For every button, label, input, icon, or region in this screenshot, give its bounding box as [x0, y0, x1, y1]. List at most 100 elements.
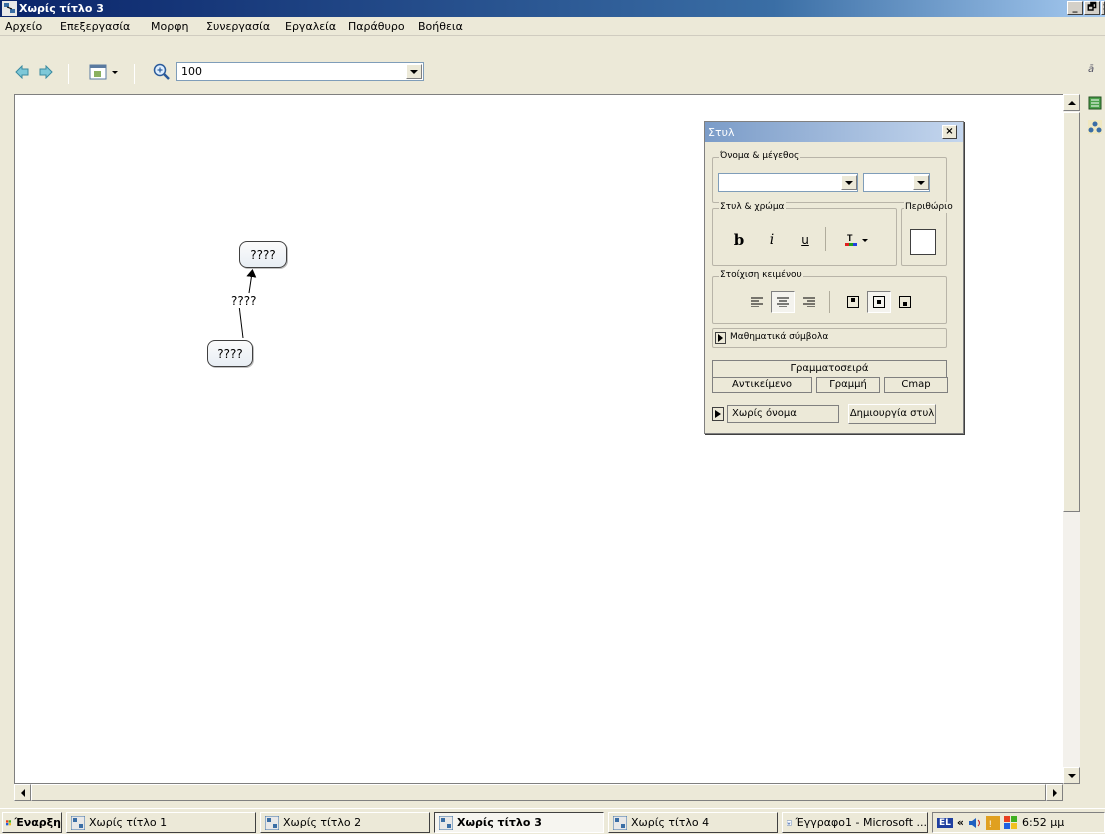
create-style-button[interactable]: Δημιουργία στυλ [848, 404, 936, 424]
align-center-icon[interactable] [771, 291, 795, 313]
text-color-icon: T [845, 233, 868, 246]
zoom-dropdown-button[interactable] [406, 64, 422, 79]
security-icon[interactable]: ! [986, 815, 1000, 830]
cmap-app-icon [613, 815, 627, 830]
start-button[interactable]: Έναρξη [2, 812, 62, 833]
tab-cmap[interactable]: Cmap [884, 377, 948, 393]
alignment-separator [829, 291, 830, 313]
forward-arrow-icon[interactable] [38, 64, 54, 80]
window-title: Χωρίς τίτλο 3 [19, 2, 104, 15]
notes-icon[interactable] [1088, 96, 1102, 110]
toolbar: 100 [0, 36, 1105, 94]
format-icon[interactable]: ā [1088, 64, 1094, 75]
valign-bottom-icon[interactable] [893, 291, 917, 313]
style-list-expand-icon[interactable] [712, 407, 724, 421]
windows-logo-icon [6, 819, 12, 825]
cmap-app-icon [439, 815, 453, 830]
zoom-select[interactable]: 100 [176, 62, 424, 81]
menu-help[interactable]: Βοήθεια [418, 20, 463, 33]
vertical-scroll-thumb[interactable] [1063, 112, 1080, 512]
vertical-scrollbar[interactable] [1063, 94, 1080, 784]
text-alignment-group: Στοίχιση κειμένου [712, 270, 947, 324]
menu-tools[interactable]: Εργαλεία [285, 20, 336, 33]
style-name-field[interactable]: Χωρίς όνομα [727, 405, 839, 423]
scroll-down-button[interactable] [1063, 767, 1080, 784]
menu-collaboration[interactable]: Συνεργασία [206, 20, 270, 33]
minimize-button[interactable]: _ [1067, 1, 1083, 15]
font-name-dropdown-button[interactable] [841, 175, 857, 190]
horizontal-scrollbar[interactable] [14, 784, 1063, 801]
styles-panel-title: Στυλ [708, 126, 735, 139]
valign-top-icon[interactable] [841, 291, 865, 313]
border-group: Περιθώριο [901, 202, 954, 266]
scroll-right-button[interactable] [1046, 784, 1063, 801]
taskbar-item-label: Χωρίς τίτλο 1 [89, 816, 168, 829]
language-indicator[interactable]: EL [937, 817, 953, 828]
back-arrow-icon[interactable] [14, 64, 30, 80]
volume-icon[interactable] [968, 816, 982, 830]
system-tray: EL « ! 6:52 μμ [932, 812, 1105, 833]
taskbar-item[interactable]: Χωρίς τίτλο 1 [66, 812, 256, 833]
underline-button[interactable]: u [793, 229, 817, 251]
valign-middle-icon[interactable] [867, 291, 891, 313]
concept-node-bottom[interactable]: ???? [207, 340, 253, 367]
alignment-label: Στοίχιση κειμένου [719, 270, 803, 281]
menu-edit[interactable]: Επεξεργασία [60, 20, 130, 33]
name-size-group: Όνομα & μέγεθος [712, 151, 947, 203]
name-size-label: Όνομα & μέγεθος [719, 151, 801, 162]
tab-object[interactable]: Αντικείμενο [712, 377, 812, 393]
tab-font[interactable]: Γραμματοσειρά [712, 360, 947, 378]
styles-panel[interactable]: Στυλ × Όνομα & μέγεθος Στυλ & χρώμα b i … [704, 121, 964, 434]
taskbar-item-active[interactable]: Χωρίς τίτλο 3 [434, 812, 604, 833]
style-separator [825, 227, 826, 251]
taskbar: Έναρξη Χωρίς τίτλο 1 Χωρίς τίτλο 2 Χωρίς… [0, 808, 1105, 834]
taskbar-item-label: Έγγραφο1 - Microsoft ... [795, 816, 927, 829]
link-label[interactable]: ???? [231, 294, 257, 308]
cmap-app-icon [71, 815, 85, 830]
window-title-bar[interactable]: Χωρίς τίτλο 3 _ 🗗 × [0, 0, 1105, 17]
menu-window[interactable]: Παράθυρο [348, 20, 405, 33]
style-color-group: Στυλ & χρώμα b i u T [712, 202, 897, 266]
horizontal-scroll-thumb[interactable] [31, 784, 1046, 801]
bold-button[interactable]: b [727, 229, 751, 251]
align-left-icon[interactable] [745, 291, 769, 313]
word-document-icon: W [787, 820, 792, 825]
expand-triangle-icon[interactable] [715, 332, 726, 344]
concept-map-canvas[interactable]: ???? ???? ???? Στυλ × Όνομα & μέγεθος Στ… [14, 94, 1064, 784]
text-color-button[interactable]: T [841, 229, 875, 251]
concept-node-top[interactable]: ???? [239, 241, 287, 268]
maximize-button[interactable]: 🗗 [1084, 1, 1100, 15]
tray-expand-icon[interactable]: « [957, 816, 964, 829]
clock[interactable]: 6:52 μμ [1022, 816, 1064, 829]
menu-bar: Αρχείο Επεξεργασία Μορφη Συνεργασία Εργα… [0, 17, 1105, 36]
toolbar-separator [134, 64, 135, 84]
network-status-icon[interactable] [1004, 815, 1018, 830]
tab-line[interactable]: Γραμμή [816, 377, 880, 393]
view-mode-button[interactable] [88, 63, 122, 81]
taskbar-item[interactable]: Χωρίς τίτλο 4 [608, 812, 778, 833]
svg-text:W: W [788, 821, 791, 825]
taskbar-item[interactable]: W Έγγραφο1 - Microsoft ... [782, 812, 928, 833]
border-color-swatch[interactable] [910, 229, 936, 255]
network-icon[interactable] [1088, 120, 1102, 134]
zoom-icon[interactable] [152, 62, 172, 82]
svg-text:T: T [847, 233, 853, 243]
taskbar-item[interactable]: Χωρίς τίτλο 2 [260, 812, 430, 833]
close-button[interactable]: × [1101, 1, 1105, 15]
side-strip: ā [1080, 36, 1105, 801]
font-name-select[interactable] [718, 173, 858, 192]
taskbar-item-label: Χωρίς τίτλο 3 [457, 816, 542, 829]
scroll-left-button[interactable] [14, 784, 31, 801]
align-right-icon[interactable] [797, 291, 821, 313]
menu-format[interactable]: Μορφη [151, 20, 188, 33]
italic-button[interactable]: i [760, 229, 784, 251]
svg-text:!: ! [989, 819, 992, 829]
menu-file[interactable]: Αρχείο [5, 20, 42, 33]
link-arrow[interactable] [246, 269, 257, 294]
math-symbols-row[interactable]: Μαθηματικά σύμβολα [712, 328, 947, 348]
font-size-dropdown-button[interactable] [913, 175, 929, 190]
resize-grip[interactable] [1063, 784, 1080, 801]
styles-panel-close-button[interactable]: × [942, 125, 957, 139]
scroll-up-button[interactable] [1063, 94, 1080, 111]
styles-panel-title-bar[interactable]: Στυλ × [705, 122, 963, 142]
